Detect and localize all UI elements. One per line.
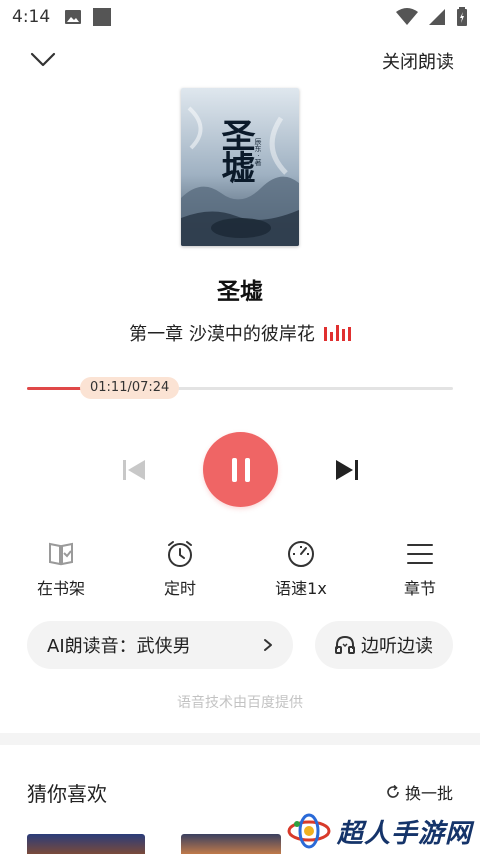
cover-author: 辰东 · 著 <box>254 138 262 166</box>
headphones-book-icon <box>335 635 355 654</box>
speed-label: 语速1x <box>275 579 327 598</box>
pause-button[interactable] <box>203 432 278 507</box>
progress-slider[interactable]: 01:11/07:24 <box>27 377 453 401</box>
signal-icon <box>429 9 445 25</box>
watermark-logo-icon <box>287 813 331 849</box>
previous-chapter-button[interactable] <box>119 455 149 485</box>
menu-list-icon <box>407 544 433 564</box>
bookshelf-label: 在书架 <box>36 579 85 598</box>
book-cover: 圣墟 辰东 · 著 <box>181 88 299 246</box>
listen-while-reading-label: 边听边读 <box>361 636 433 657</box>
progress-thumb[interactable]: 01:11/07:24 <box>80 377 180 399</box>
refresh-icon <box>387 784 399 798</box>
skip-next-icon <box>336 460 358 480</box>
bookshelf-icon <box>49 542 73 566</box>
chapters-button[interactable]: 章节 <box>375 538 465 599</box>
status-notification-icons <box>64 7 112 27</box>
refresh-label: 换一批 <box>404 784 453 803</box>
timer-label: 定时 <box>163 579 196 598</box>
voice-selector[interactable]: AI朗读音：武侠男 <box>27 621 293 669</box>
chapter-title: 第一章 沙漠中的彼岸花 <box>129 324 315 345</box>
status-system-icons <box>396 7 468 27</box>
chapter-row: 第一章 沙漠中的彼岸花 <box>0 320 480 346</box>
playback-controls <box>0 430 480 508</box>
refresh-recommendations-button[interactable]: 换一批 <box>385 780 453 804</box>
status-time: 4:14 <box>12 7 51 27</box>
chevron-right-icon <box>264 639 272 651</box>
voice-label: AI朗读音：武侠男 <box>47 636 191 657</box>
speedometer-icon <box>288 541 314 567</box>
watermark-text: 超人手游网 <box>336 818 472 849</box>
chapters-label: 章节 <box>403 579 436 598</box>
listen-while-reading-button[interactable]: 边听边读 <box>315 621 453 669</box>
image-notification-icon <box>65 10 82 24</box>
close-reading-button[interactable]: 关闭朗读 <box>382 48 454 74</box>
audio-bars-icon <box>323 325 351 341</box>
recommended-book-cover[interactable] <box>27 834 145 854</box>
top-bar: 关闭朗读 <box>0 40 480 80</box>
recommended-book-cover[interactable] <box>181 834 281 854</box>
recommend-title: 猜你喜欢 <box>27 782 107 806</box>
skip-previous-icon <box>123 460 145 480</box>
book-title: 圣墟 <box>217 279 263 305</box>
pause-icon <box>231 457 250 482</box>
collapse-button[interactable] <box>26 46 60 74</box>
battery-icon <box>457 7 467 26</box>
wifi-icon <box>396 8 418 25</box>
next-chapter-button[interactable] <box>332 455 362 485</box>
site-watermark: 超人手游网 <box>287 812 472 850</box>
app-notification-icon <box>93 8 112 26</box>
alarm-clock-icon <box>168 541 192 567</box>
timer-button[interactable]: 定时 <box>135 538 225 599</box>
speed-button[interactable]: 语速1x <box>256 538 346 599</box>
section-divider <box>0 733 480 745</box>
chevron-down-icon <box>30 52 56 67</box>
bookshelf-button[interactable]: 在书架 <box>16 538 106 599</box>
status-bar: 4:14 <box>0 0 480 34</box>
function-row: 在书架 定时 语速1x 章节 <box>0 538 480 598</box>
tech-provider-note: 语音技术由百度提供 <box>177 695 303 711</box>
